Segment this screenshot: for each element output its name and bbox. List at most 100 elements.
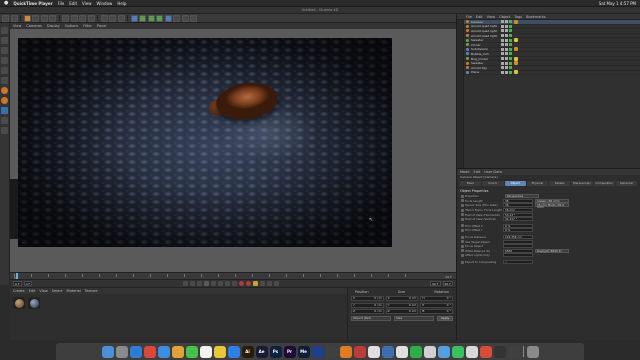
object-tag-icon[interactable] — [514, 38, 518, 43]
render-settings-icon[interactable] — [117, 14, 125, 22]
coordinate-system-icon[interactable] — [87, 14, 95, 22]
animate-dot-icon[interactable] — [461, 213, 464, 217]
attribute-value-field[interactable]: 6500 — [503, 248, 533, 253]
editor-visibility-dot-icon[interactable] — [501, 57, 504, 61]
timeline-ruler[interactable]: 0 90 F — [10, 272, 456, 280]
object-name[interactable]: Bug_model — [471, 57, 499, 61]
attribute-value-field[interactable] — [503, 244, 533, 249]
calendar-icon[interactable] — [199, 345, 212, 358]
material-menu-material[interactable]: Material — [67, 289, 81, 293]
previous-frame-icon[interactable] — [197, 281, 203, 286]
animate-dot-icon[interactable] — [461, 224, 464, 228]
render-visibility-dot-icon[interactable] — [505, 38, 508, 42]
viewport-menu-panel[interactable]: Panel — [97, 24, 106, 28]
attribute-tab[interactable]: Details — [549, 181, 571, 186]
attribute-value-field[interactable]: 36 — [503, 203, 533, 208]
snap-icon[interactable] — [1, 107, 8, 114]
object-name[interactable]: Plane — [471, 70, 499, 74]
render-visibility-dot-icon[interactable] — [505, 43, 508, 47]
object-visibility-flags[interactable] — [501, 57, 512, 61]
animate-dot-icon[interactable] — [461, 208, 464, 212]
scale-key-icon[interactable] — [267, 281, 273, 286]
object-name[interactable]: Sweater — [471, 38, 499, 42]
material-menu-create[interactable]: Create — [13, 289, 25, 293]
render-visibility-dot-icon[interactable] — [505, 24, 508, 28]
position-z-field[interactable]: Z 0 cm — [351, 309, 384, 314]
edges-mode-icon[interactable] — [1, 67, 8, 74]
size-z-field[interactable]: Z 0 cm — [385, 309, 419, 314]
trash-icon[interactable] — [526, 345, 539, 358]
vlc-icon[interactable] — [339, 345, 352, 358]
attribute-tab[interactable]: Spherical — [615, 181, 637, 186]
animate-dot-icon[interactable] — [461, 217, 464, 221]
menu-view[interactable]: View — [82, 1, 92, 6]
editor-visibility-dot-icon[interactable] — [501, 38, 504, 42]
viewport-menu-options[interactable]: Options — [65, 24, 79, 28]
material-menu-texture[interactable]: Texture — [85, 289, 98, 293]
editor-visibility-dot-icon[interactable] — [501, 52, 504, 56]
material-swatch[interactable] — [28, 297, 40, 309]
model-mode-icon[interactable] — [1, 37, 8, 44]
menubar-clock[interactable]: Sat May 1 4:57 PM — [599, 1, 636, 6]
render-picture-viewer-icon[interactable] — [109, 14, 116, 22]
previous-key-icon[interactable] — [190, 281, 196, 286]
object-visibility-flags[interactable] — [501, 70, 512, 74]
render-visibility-dot-icon[interactable] — [505, 66, 508, 70]
finder-icon[interactable] — [101, 345, 114, 358]
attribute-preset-dropdown[interactable]: Classic (36 mm) — [535, 198, 569, 203]
photoshop-icon[interactable]: Ps — [269, 345, 282, 358]
render-visibility-dot-icon[interactable] — [505, 34, 508, 38]
attribute-value-field[interactable]: 36 mm — [503, 208, 533, 213]
enabled-check-icon[interactable] — [509, 66, 512, 70]
object-visibility-flags[interactable] — [501, 24, 512, 28]
animate-dot-icon[interactable] — [461, 194, 464, 198]
menu-window[interactable]: Window — [97, 1, 113, 6]
viewport-menu-cameras[interactable]: Cameras — [26, 24, 42, 28]
mail-icon[interactable] — [157, 345, 170, 358]
animate-dot-icon[interactable] — [461, 228, 464, 232]
launchpad-icon[interactable] — [115, 345, 128, 358]
enabled-check-icon[interactable] — [509, 20, 512, 24]
object-visibility-flags[interactable] — [501, 52, 512, 56]
y-axis-icon[interactable] — [70, 14, 78, 22]
animate-dot-icon[interactable] — [461, 240, 464, 244]
enabled-check-icon[interactable] — [509, 29, 512, 33]
viewport[interactable]: ↖ — [10, 29, 456, 272]
editor-visibility-dot-icon[interactable] — [501, 34, 504, 38]
next-key-icon[interactable] — [218, 281, 224, 286]
record-keys-icon[interactable] — [239, 281, 245, 286]
app5-icon[interactable] — [409, 345, 422, 358]
animate-dot-icon[interactable] — [461, 260, 464, 264]
object-menu-tags[interactable]: Tags — [514, 15, 522, 19]
app4-icon[interactable] — [395, 345, 408, 358]
rotation-h-field[interactable]: H 0 ° — [420, 296, 454, 301]
redo-icon[interactable] — [10, 14, 18, 22]
app9-icon[interactable] — [465, 345, 478, 358]
texture-mode-icon[interactable] — [1, 47, 8, 54]
appstore-icon[interactable] — [227, 345, 240, 358]
apple-menu-icon[interactable]: ● — [4, 0, 8, 6]
loop-icon[interactable] — [232, 281, 238, 286]
object-name[interactable]: Subdivision — [471, 47, 499, 51]
safari-icon[interactable] — [129, 345, 142, 358]
viewport-menu-view[interactable]: View — [13, 24, 21, 28]
enabled-check-icon[interactable] — [509, 61, 512, 65]
render-visibility-dot-icon[interactable] — [505, 61, 508, 65]
object-visibility-flags[interactable] — [501, 66, 512, 70]
animate-dot-icon[interactable] — [461, 253, 464, 257]
lock-workplane-icon[interactable] — [1, 127, 8, 134]
aftereffects-icon[interactable]: Ae — [255, 345, 268, 358]
editor-visibility-dot-icon[interactable] — [501, 61, 504, 65]
chrome-icon[interactable] — [143, 345, 156, 358]
object-menu-view[interactable]: View — [487, 15, 495, 19]
spline-pen-icon[interactable] — [139, 14, 146, 22]
max-frame-field[interactable]: 90 F — [430, 281, 441, 286]
attribute-preset-dropdown[interactable]: 35 mm Photo (36.0 mm) — [535, 203, 569, 209]
object-name[interactable]: Arnold quad light — [471, 24, 499, 28]
object-name[interactable]: Cloner — [471, 43, 499, 47]
cloner-icon[interactable] — [156, 14, 163, 22]
attribute-tab[interactable]: Physical — [526, 181, 548, 186]
object-name[interactable]: Bubble_mm — [471, 52, 499, 56]
cinema4d-icon[interactable] — [311, 345, 324, 358]
rotation-key-icon[interactable] — [274, 281, 280, 286]
